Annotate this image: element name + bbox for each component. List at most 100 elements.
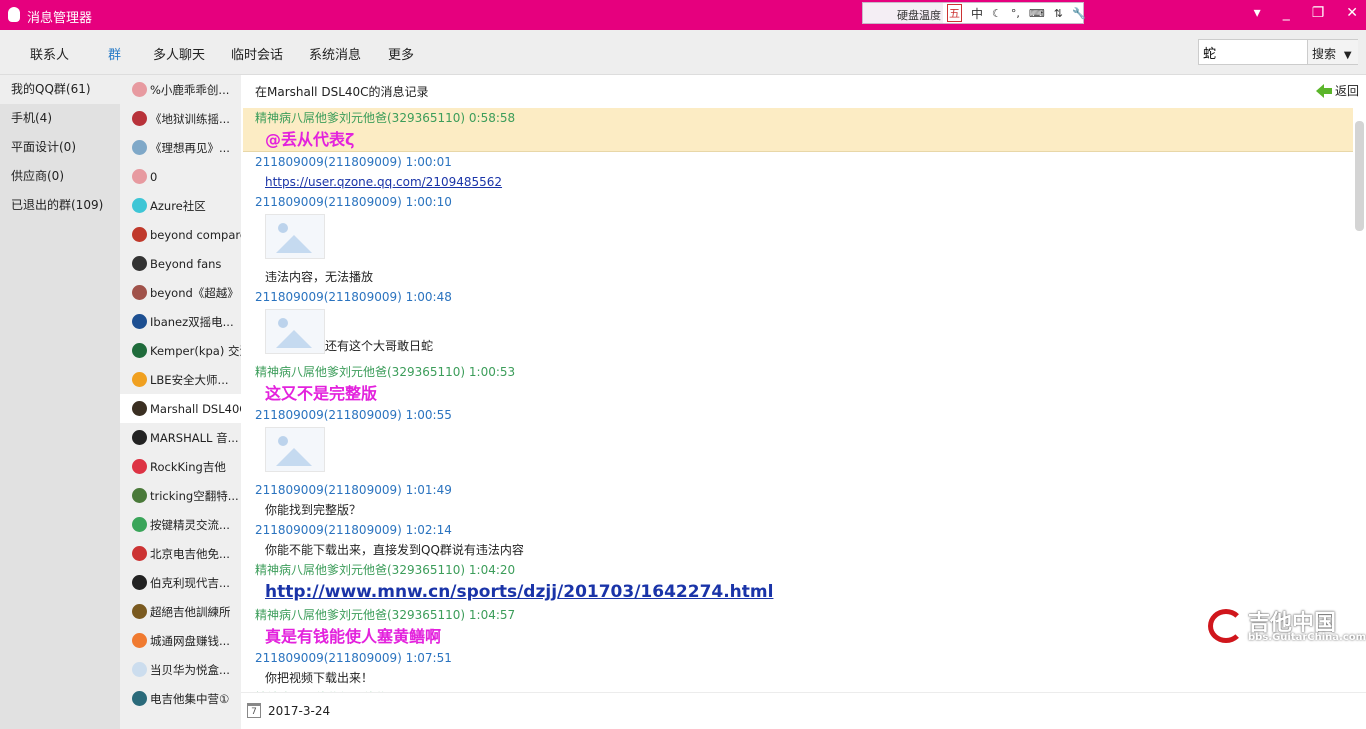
group-item[interactable]: %小鹿乖乖创... <box>120 75 241 104</box>
moon-icon[interactable]: ☾ <box>992 7 1002 20</box>
group-item[interactable]: Marshall DSL40C <box>120 394 241 423</box>
message: 211809009(211809009) 1:00:10 违法内容，无法播放 <box>243 192 1353 287</box>
group-name: beyond compare <box>150 227 241 242</box>
punctuation-icon[interactable]: °, <box>1011 7 1020 20</box>
message-sender: 精神病八屌他爹刘元他爸(329365110) 1:04:57 <box>255 608 516 622</box>
group-item[interactable]: Azure社区 <box>120 191 241 220</box>
message-text: 你能不能下载出来，直接发到QQ群说有违法内容 <box>265 543 524 557</box>
scrollbar[interactable] <box>1355 121 1364 231</box>
date-bar: 7 2017-3-24 <box>241 692 1366 729</box>
group-item[interactable]: 当贝华为悦盒... <box>120 655 241 684</box>
qq-penguin-icon <box>8 7 20 22</box>
group-name: 《理想再见》... <box>150 140 230 155</box>
toolbar: 联系人 群 多人聊天 临时会话 系统消息 更多 搜索 ▼ <box>0 30 1366 75</box>
category-list: 我的QQ群(61) 手机(4) 平面设计(0) 供应商(0) 已退出的群(109) <box>0 75 120 729</box>
wrench-icon[interactable]: 🔧 <box>1072 7 1086 20</box>
group-item[interactable]: 电吉他集中营① <box>120 684 241 713</box>
tab-system-messages[interactable]: 系统消息 <box>309 44 361 63</box>
message: 精神病八屌他爹刘元他爸(329365110) 1:04:20 http://www… <box>243 560 1353 605</box>
image-placeholder-icon[interactable] <box>265 309 325 354</box>
group-avatar-icon <box>132 285 147 300</box>
calendar-icon[interactable]: 7 <box>247 703 261 718</box>
dragon-logo-icon <box>1208 609 1244 643</box>
group-avatar-icon <box>132 140 147 155</box>
tab-contacts[interactable]: 联系人 <box>30 44 69 63</box>
group-name: 当贝华为悦盒... <box>150 662 230 677</box>
chinese-mode-icon[interactable]: 中 <box>971 5 983 22</box>
group-avatar-icon <box>132 430 147 445</box>
tab-multi-chat[interactable]: 多人聊天 <box>153 44 205 63</box>
category-item[interactable]: 供应商(0) <box>0 162 120 191</box>
group-item[interactable]: MARSHALL 音... <box>120 423 241 452</box>
message-sender: 精神病八屌他爹刘元他爸(329365110) 1:00:53 <box>255 365 516 379</box>
keyboard-icon[interactable]: ⌨ <box>1029 7 1045 20</box>
group-avatar-icon <box>132 604 147 619</box>
group-item[interactable]: beyond compare <box>120 220 241 249</box>
category-item[interactable]: 已退出的群(109) <box>0 191 120 220</box>
group-name: 按键精灵交流... <box>150 517 230 532</box>
message-image-row: 还有这个大哥敢日蛇 <box>243 307 1353 362</box>
tab-groups[interactable]: 群 <box>108 44 121 63</box>
split-icon[interactable]: ⇅ <box>1054 7 1063 20</box>
category-item[interactable]: 平面设计(0) <box>0 133 120 162</box>
group-avatar-icon <box>132 517 147 532</box>
search-button[interactable]: 搜索 ▼ <box>1307 40 1358 64</box>
search-input[interactable] <box>1203 43 1303 61</box>
group-avatar-icon <box>132 314 147 329</box>
message-sender: 211809009(211809009) 1:00:48 <box>255 290 452 304</box>
message-body: https://user.qzone.qq.com/2109485562 <box>243 172 1353 192</box>
group-item[interactable]: Beyond fans <box>120 249 241 278</box>
group-item[interactable]: 按键精灵交流... <box>120 510 241 539</box>
group-item[interactable]: beyond《超越》 <box>120 278 241 307</box>
menu-dropdown-icon[interactable]: ▾ <box>1254 5 1261 21</box>
message-emphasis-text: 这又不是完整版 <box>265 384 378 403</box>
group-item[interactable]: 伯克利现代吉... <box>120 568 241 597</box>
group-name: MARSHALL 音... <box>150 430 239 445</box>
message-sender: 211809009(211809009) 1:00:10 <box>255 195 452 209</box>
message-link[interactable]: https://user.qzone.qq.com/2109485562 <box>265 175 502 189</box>
group-item[interactable]: LBE安全大师... <box>120 365 241 394</box>
category-item[interactable]: 手机(4) <box>0 104 120 133</box>
group-item[interactable]: Ibanez双摇电... <box>120 307 241 336</box>
group-list: %小鹿乖乖创... 《地狱训练摇... 《理想再见》... 0 Azure社区 beyon… <box>120 75 241 729</box>
back-button[interactable]: 返回 <box>1315 82 1359 99</box>
tab-more[interactable]: 更多 <box>388 44 414 63</box>
message-sender: 精神病八屌他爹刘元他爸(329365110) 1:04:20 <box>255 563 516 577</box>
wubi-icon[interactable]: 五 <box>947 4 962 22</box>
group-item[interactable]: 0 <box>120 162 241 191</box>
group-item[interactable]: Kemper(kpa) 交流 <box>120 336 241 365</box>
group-item[interactable]: 北京电吉他免... <box>120 539 241 568</box>
image-placeholder-icon[interactable] <box>265 427 325 472</box>
restore-icon[interactable]: ❐ <box>1312 5 1325 21</box>
group-name: 0 <box>150 169 158 184</box>
message: 211809009(211809009) 1:07:51 你把视频下载出来！ <box>243 648 1353 688</box>
group-item[interactable]: 城通网盘赚钱... <box>120 626 241 655</box>
close-icon[interactable]: ✕ <box>1346 5 1358 21</box>
minimize-icon[interactable]: _ <box>1283 5 1290 21</box>
group-item[interactable]: 《理想再见》... <box>120 133 241 162</box>
group-item[interactable]: tricking空翻特... <box>120 481 241 510</box>
message-text: 还有这个大哥敢日蛇 <box>325 339 434 353</box>
group-name: Beyond fans <box>150 256 222 271</box>
chevron-down-icon[interactable]: ▼ <box>1344 50 1352 61</box>
message-sender: 211809009(211809009) 1:01:49 <box>255 483 452 497</box>
group-name: RockKing吉他 <box>150 459 226 474</box>
message-text: 你能找到完整版？ <box>265 503 362 517</box>
tab-temp-session[interactable]: 临时会话 <box>231 44 283 63</box>
group-avatar-icon <box>132 459 147 474</box>
message-sender: 211809009(211809009) 1:00:01 <box>255 155 452 169</box>
category-item[interactable]: 我的QQ群(61) <box>0 75 120 104</box>
ime-toolbar[interactable]: 硬盘温度 五 中 ☾ °, ⌨ ⇅ 🔧 <box>862 2 1086 24</box>
group-avatar-icon <box>132 633 147 648</box>
message: 211809009(211809009) 1:00:01 https://user… <box>243 152 1353 192</box>
image-placeholder-icon[interactable] <box>265 214 325 259</box>
group-item[interactable]: RockKing吉他 <box>120 452 241 481</box>
message-image-row <box>243 425 1353 480</box>
group-avatar-icon <box>132 256 147 271</box>
message-text: 你把视频下载出来！ <box>265 671 374 685</box>
message-link[interactable]: http://www.mnw.cn/sports/dzjj/201703/164… <box>265 582 773 602</box>
watermark-en: bbs.GuitarChina.com <box>1248 632 1366 643</box>
group-item[interactable]: 超絕吉他訓練所 <box>120 597 241 626</box>
group-item[interactable]: 《地狱训练摇... <box>120 104 241 133</box>
group-name: %小鹿乖乖创... <box>150 82 230 97</box>
